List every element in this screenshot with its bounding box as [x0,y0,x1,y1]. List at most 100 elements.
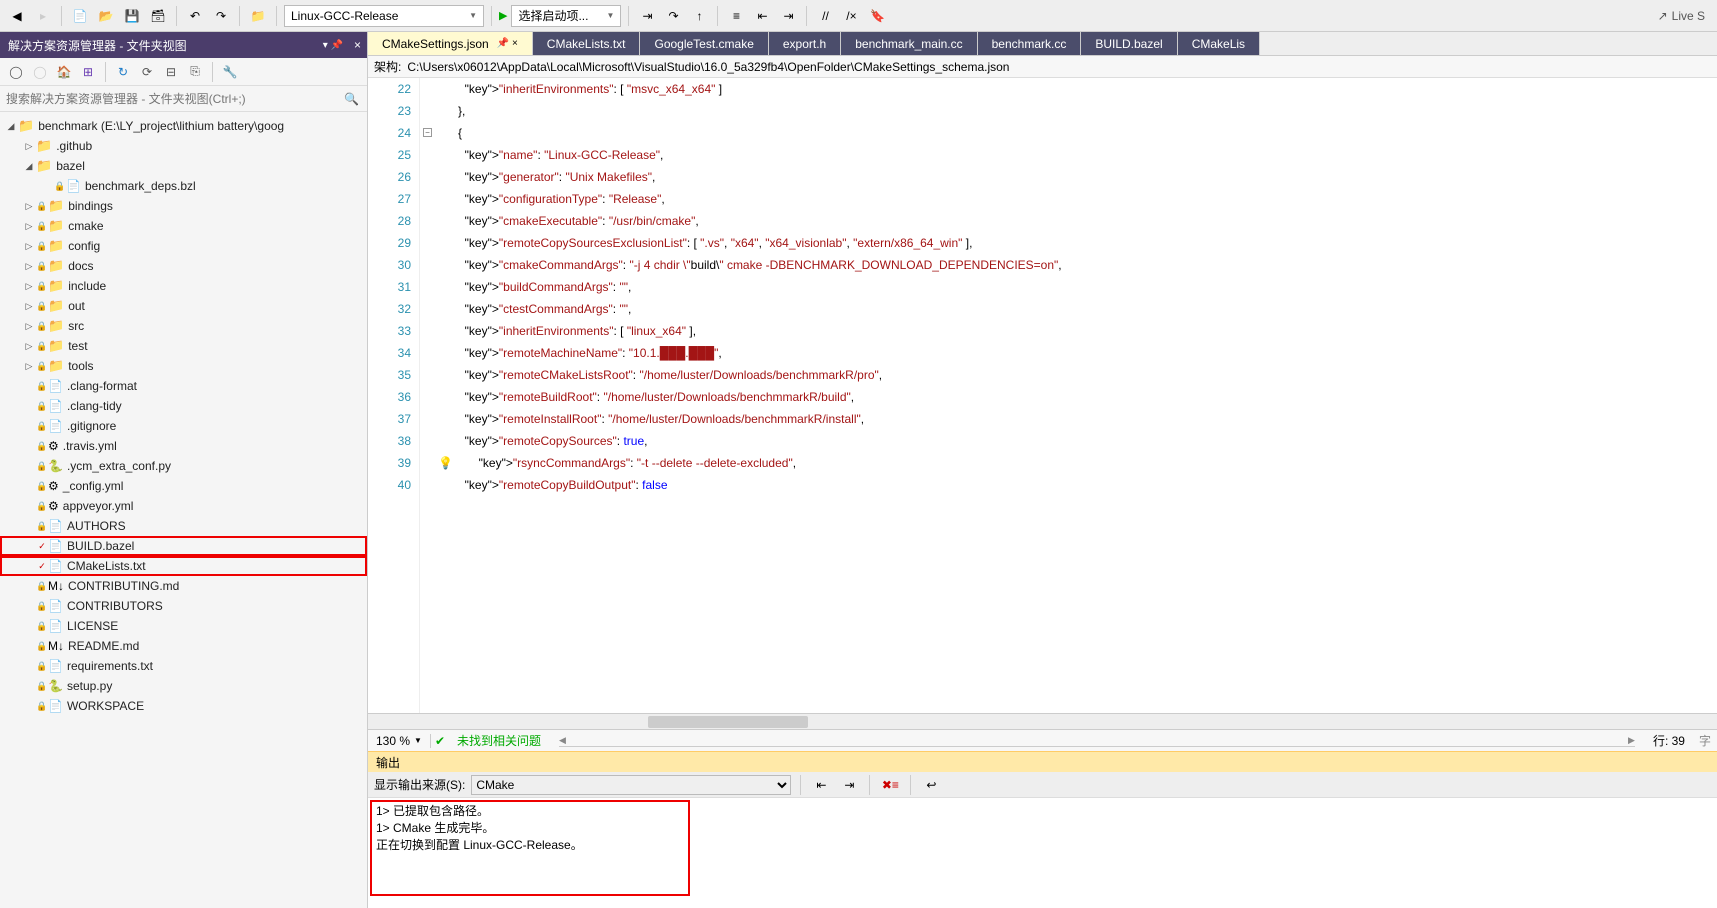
folder-out[interactable]: ▷🔒📁out [0,296,367,316]
folder-.github[interactable]: ▷📁.github [0,136,367,156]
nav-back-icon[interactable]: ◀ [6,5,28,27]
folder-docs[interactable]: ▷🔒📁docs [0,256,367,276]
pin-icon[interactable]: ▾ 📌 [323,40,343,51]
file--gitignore[interactable]: 🔒📄.gitignore [0,416,367,436]
tab-CMakeLists-txt[interactable]: CMakeLists.txt [533,32,641,55]
code-line[interactable]: { [438,122,1717,144]
code-line[interactable]: "key">"name": "Linux-GCC-Release", [438,144,1717,166]
code-line[interactable]: "key">"remoteCopyBuildOutput": false [438,474,1717,496]
save-icon[interactable]: 💾 [121,5,143,27]
editor-hscroll[interactable] [368,713,1717,729]
search-input[interactable] [6,92,361,106]
folder-src[interactable]: ▷🔒📁src [0,316,367,336]
code-body[interactable]: "key">"inheritEnvironments": [ "msvc_x64… [438,78,1717,713]
play-icon[interactable]: ▶ [499,9,507,22]
expander-icon[interactable]: ◢ [4,121,18,132]
code-line[interactable]: "key">"ctestCommandArgs": "", [438,298,1717,320]
file--travis-yml[interactable]: 🔒⚙.travis.yml [0,436,367,456]
code-line[interactable]: "key">"cmakeCommandArgs": "-j 4 chdir \"… [438,254,1717,276]
file-LICENSE[interactable]: 🔒📄LICENSE [0,616,367,636]
refresh-icon[interactable]: ↻ [113,62,133,82]
collapse-icon[interactable]: ⊟ [161,62,181,82]
solution-search[interactable]: 🔍 [0,86,367,112]
code-line[interactable]: "key">"buildCommandArgs": "", [438,276,1717,298]
fwd-icon[interactable]: ◯ [30,62,50,82]
fold-toggle[interactable]: − [423,128,432,137]
folder-icon[interactable]: 📁 [247,5,269,27]
expander-icon[interactable]: ▷ [22,361,36,372]
lightbulb-icon[interactable]: 💡 [438,452,452,466]
code-line[interactable]: "key">"remoteCopySourcesExclusionList": … [438,232,1717,254]
folder-bazel[interactable]: ◢📁bazel [0,156,367,176]
pin-icon[interactable]: 📌 × [497,38,518,49]
tab-GoogleTest-cmake[interactable]: GoogleTest.cmake [640,32,768,55]
expander-icon[interactable]: ▷ [22,261,36,272]
expander-icon[interactable]: ▷ [22,321,36,332]
expander-icon[interactable]: ▷ [22,281,36,292]
folder-tools[interactable]: ▷🔒📁tools [0,356,367,376]
file-setup-py[interactable]: 🔒🐍setup.py [0,676,367,696]
tab-export-h[interactable]: export.h [769,32,841,55]
list-icon[interactable]: ≡ [725,5,747,27]
file-WORKSPACE[interactable]: 🔒📄WORKSPACE [0,696,367,716]
back-icon[interactable]: ◯ [6,62,26,82]
home-icon[interactable]: 🏠 [54,62,74,82]
uncomment-icon[interactable]: /× [840,5,862,27]
step-out-icon[interactable]: ↑ [688,5,710,27]
file-CMakeLists-txt[interactable]: ✓📄CMakeLists.txt [0,556,367,576]
step-over-icon[interactable]: ↷ [662,5,684,27]
sync-icon[interactable]: ⟳ [137,62,157,82]
code-line[interactable]: "key">"remoteMachineName": "10.1.███.███… [438,342,1717,364]
code-line[interactable]: "key">"generator": "Unix Makefiles", [438,166,1717,188]
scroll-thumb[interactable] [648,716,808,728]
close-icon[interactable]: × [354,38,361,52]
switch-view-icon[interactable]: ⊞ [78,62,98,82]
expander-icon[interactable]: ▷ [22,341,36,352]
code-line[interactable]: "key">"configurationType": "Release", [438,188,1717,210]
file-AUTHORS[interactable]: 🔒📄AUTHORS [0,516,367,536]
code-line[interactable]: "key">"cmakeExecutable": "/usr/bin/cmake… [438,210,1717,232]
properties-icon[interactable]: 🔧 [220,62,240,82]
code-editor[interactable]: 22232425262728293031323334353637383940 −… [368,78,1717,713]
expander-icon[interactable]: ▷ [22,241,36,252]
tab-benchmark-cc[interactable]: benchmark.cc [978,32,1082,55]
zoom-combo[interactable]: 130 %▼ [368,734,431,748]
expander-icon[interactable]: ▷ [22,141,36,152]
new-file-icon[interactable]: 📄 [69,5,91,27]
tab-BUILD-bazel[interactable]: BUILD.bazel [1081,32,1177,55]
code-line[interactable]: "key">"remoteCopySources": true, [438,430,1717,452]
file-README-md[interactable]: 🔒M↓README.md [0,636,367,656]
code-line[interactable]: "key">"remoteBuildRoot": "/home/luster/D… [438,386,1717,408]
config-dropdown[interactable]: Linux-GCC-Release ▼ [284,5,484,27]
nav-fwd-icon[interactable]: ▸ [32,5,54,27]
file--config-yml[interactable]: 🔒⚙_config.yml [0,476,367,496]
file-tree[interactable]: ◢📁benchmark (E:\LY_project\lithium batte… [0,112,367,908]
clear-icon[interactable]: ✖≡ [879,774,901,796]
folder-bindings[interactable]: ▷🔒📁bindings [0,196,367,216]
open-icon[interactable]: 📂 [95,5,117,27]
expander-icon[interactable]: ▷ [22,301,36,312]
bookmark-icon[interactable]: 🔖 [866,5,888,27]
folder-include[interactable]: ▷🔒📁include [0,276,367,296]
code-line[interactable]: "key">"remoteCMakeListsRoot": "/home/lus… [438,364,1717,386]
wrap-icon[interactable]: ↩ [920,774,942,796]
expander-icon[interactable]: ▷ [22,221,36,232]
file--clang-tidy[interactable]: 🔒📄.clang-tidy [0,396,367,416]
copy-icon[interactable]: ⎘ [185,62,205,82]
code-line[interactable]: "key">"inheritEnvironments": [ "msvc_x64… [438,78,1717,100]
file-CONTRIBUTORS[interactable]: 🔒📄CONTRIBUTORS [0,596,367,616]
tab-CMakeSettings-json[interactable]: CMakeSettings.json📌 × [368,32,533,55]
launch-dropdown[interactable]: 选择启动项... ▼ [511,5,621,27]
file-CONTRIBUTING-md[interactable]: 🔒M↓CONTRIBUTING.md [0,576,367,596]
code-line[interactable]: "key">"remoteInstallRoot": "/home/luster… [438,408,1717,430]
tab-CMakeLis[interactable]: CMakeLis [1178,32,1260,55]
comment-icon[interactable]: // [814,5,836,27]
indent-right-icon[interactable]: ⇥ [838,774,860,796]
outdent-icon[interactable]: ⇥ [777,5,799,27]
indent-left-icon[interactable]: ⇤ [810,774,832,796]
output-source-dropdown[interactable]: CMake [471,775,791,795]
redo-icon[interactable]: ↷ [210,5,232,27]
code-line[interactable]: "key">"inheritEnvironments": [ "linux_x6… [438,320,1717,342]
file-requirements-txt[interactable]: 🔒📄requirements.txt [0,656,367,676]
save-all-icon[interactable]: 🗃 [147,5,169,27]
